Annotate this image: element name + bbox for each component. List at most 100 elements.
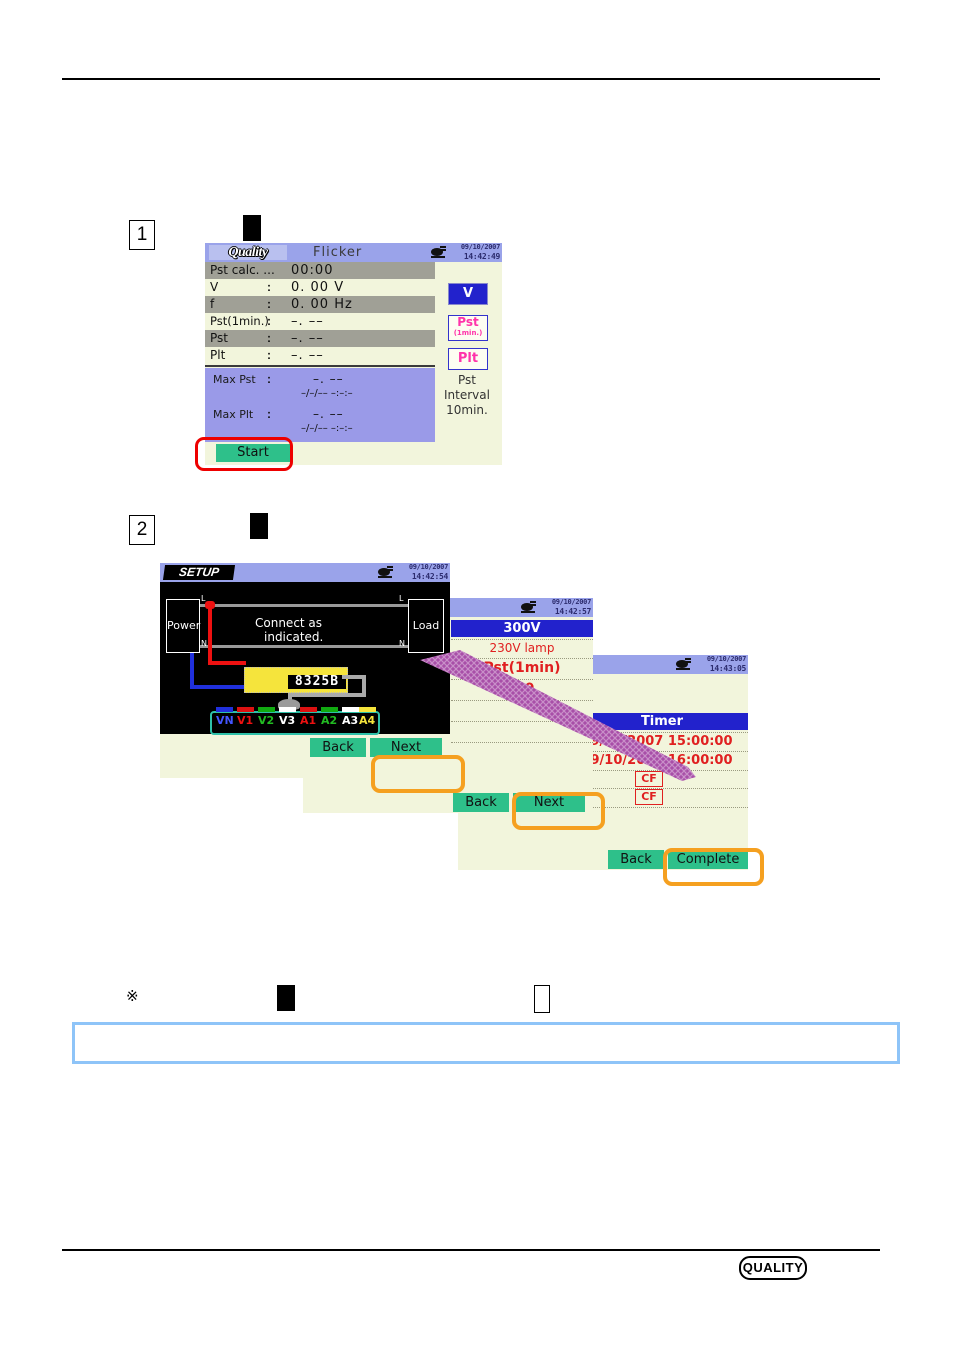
terminal-label-vn: VN <box>216 714 234 727</box>
terminal-label-a1: A1 <box>300 714 317 727</box>
row-value: 0. 00 Hz <box>291 297 353 312</box>
terminal-pin-a4 <box>359 707 376 712</box>
screen1-title: Flicker <box>313 245 363 260</box>
terminal-label-v1: V1 <box>237 714 254 727</box>
header-rule <box>62 78 880 80</box>
terminal-pin-a1 <box>300 707 317 712</box>
max-plt-label: Max Plt <box>213 408 254 421</box>
row-label: Pst(1min.) <box>210 314 269 328</box>
instruction-line-2: indicated. <box>264 630 324 644</box>
row-colon: : <box>267 280 271 294</box>
terminal-label-v3: V3 <box>279 714 296 727</box>
voltage-range-bar[interactable]: 300V <box>451 620 593 637</box>
side-button-pst-1min[interactable]: Pst (1min.) <box>448 315 488 341</box>
terminal-pin-v1 <box>237 707 254 712</box>
note-open-square-marker <box>534 985 550 1013</box>
next-button-screen3-highlight <box>512 792 605 830</box>
red-wire-node <box>205 601 215 609</box>
max-pst-timestamp: –/–/–– –:–:– <box>301 388 353 399</box>
terminal-right-n-label: N <box>399 639 405 648</box>
row-colon: : <box>267 331 271 345</box>
terminal-pin-a3 <box>342 707 359 712</box>
line-conductor-n <box>188 645 423 648</box>
line-conductor-l <box>188 604 423 607</box>
red-voltage-wire <box>208 604 212 664</box>
row-value: –. –– <box>291 331 324 346</box>
screen3-time: 14:42:57 <box>554 607 591 616</box>
connection-setup-screen: SETUP 09/10/2007 14:42:54 Power Load L N… <box>160 563 450 778</box>
terminal-pin-v3 <box>279 707 296 712</box>
table-row: Pst : –. –– <box>205 330 435 347</box>
pst-interval-line3: 10min. <box>446 403 488 417</box>
row-colon: : <box>267 314 271 328</box>
screen3-date: 09/10/2007 <box>551 598 591 606</box>
max-pst-value: –. –– <box>313 372 344 386</box>
power-source-box: Power <box>166 599 200 653</box>
row-colon: : <box>267 348 271 362</box>
row-label: V <box>210 280 219 294</box>
start-button-highlight <box>195 437 293 471</box>
terminal-pin-vn <box>216 707 233 712</box>
cf-badge-2[interactable]: CF <box>635 789 663 805</box>
blue-neutral-wire-h <box>190 685 246 689</box>
plug-icon <box>378 566 393 578</box>
row-label: Pst calc. ... <box>210 263 275 277</box>
max-pst-colon: : <box>267 372 271 386</box>
back-button-screen3[interactable]: Back <box>453 793 509 812</box>
note-callout-box <box>72 1022 900 1064</box>
screen1-date: 09/10/2007 <box>460 243 500 251</box>
table-row: Pst(1min.) : –. –– <box>205 313 435 330</box>
terminal-label-a3: A3 <box>342 714 359 727</box>
table-divider <box>205 365 435 367</box>
instruction-line-1: Connect as <box>255 616 323 630</box>
note-black-square-marker <box>277 985 295 1011</box>
back-button-screen4[interactable]: Back <box>608 850 664 869</box>
note-asterisk-mark: ※ <box>126 987 139 1005</box>
complete-button-highlight <box>663 848 764 886</box>
row-value: –. –– <box>291 314 324 329</box>
document-page: 1 Quality Flicker 09/10/2007 14:42:49 Ps… <box>0 0 954 1348</box>
quality-logo: Quality <box>209 245 287 260</box>
side-button-v[interactable]: V <box>448 283 488 305</box>
divider <box>451 639 593 640</box>
terminal-right-l-label: L <box>399 594 404 603</box>
table-row: Pst calc. ... 00:00 <box>205 262 435 279</box>
red-voltage-wire-h <box>208 661 246 665</box>
plug-icon <box>431 246 446 258</box>
terminal-left-n-label: N <box>201 639 207 648</box>
side-button-pst-sub: (1min.) <box>453 329 483 337</box>
terminal-pin-v2 <box>258 707 275 712</box>
row-colon: : <box>267 297 271 311</box>
table-row: Plt : –. –– <box>205 347 435 364</box>
terminal-label-v2: V2 <box>258 714 275 727</box>
row-label: Pst <box>210 331 228 345</box>
flow-arrow-ribbon <box>420 650 696 781</box>
back-button-screen2[interactable]: Back <box>310 738 366 757</box>
row-value: 0. 00 V <box>291 280 345 295</box>
row-value: 00:00 <box>291 263 334 278</box>
screen1-time: 14:42:49 <box>463 252 500 261</box>
terminal-label-a4: A4 <box>359 714 376 727</box>
clamp-meter-display: 8325B <box>288 675 346 689</box>
max-plt-value: –. –– <box>313 407 344 421</box>
pst-interval-line1: Pst <box>458 373 476 387</box>
clamp-lead-h2 <box>288 693 366 697</box>
row-value: –. –– <box>291 348 324 363</box>
setup-logo: SETUP <box>162 565 236 580</box>
terminal-label-a2: A2 <box>321 714 338 727</box>
side-button-plt[interactable]: Plt <box>448 348 488 370</box>
flicker-measurement-screen: Quality Flicker 09/10/2007 14:42:49 Pst … <box>205 243 502 465</box>
plug-icon <box>521 601 536 613</box>
footer-rule <box>62 1249 880 1251</box>
max-plt-timestamp: –/–/–– –:–:– <box>301 423 353 434</box>
max-pst-label: Max Pst <box>213 373 256 386</box>
row-label: Plt <box>210 348 226 362</box>
table-row: V : 0. 00 V <box>205 279 435 296</box>
blue-neutral-wire <box>190 647 194 689</box>
step2-black-marker <box>250 513 268 539</box>
step-number-1: 1 <box>129 220 155 250</box>
terminal-left-l-label: L <box>201 594 206 603</box>
step1-black-marker <box>243 215 261 241</box>
table-row: f : 0. 00 Hz <box>205 296 435 313</box>
step-number-2: 2 <box>129 515 155 545</box>
